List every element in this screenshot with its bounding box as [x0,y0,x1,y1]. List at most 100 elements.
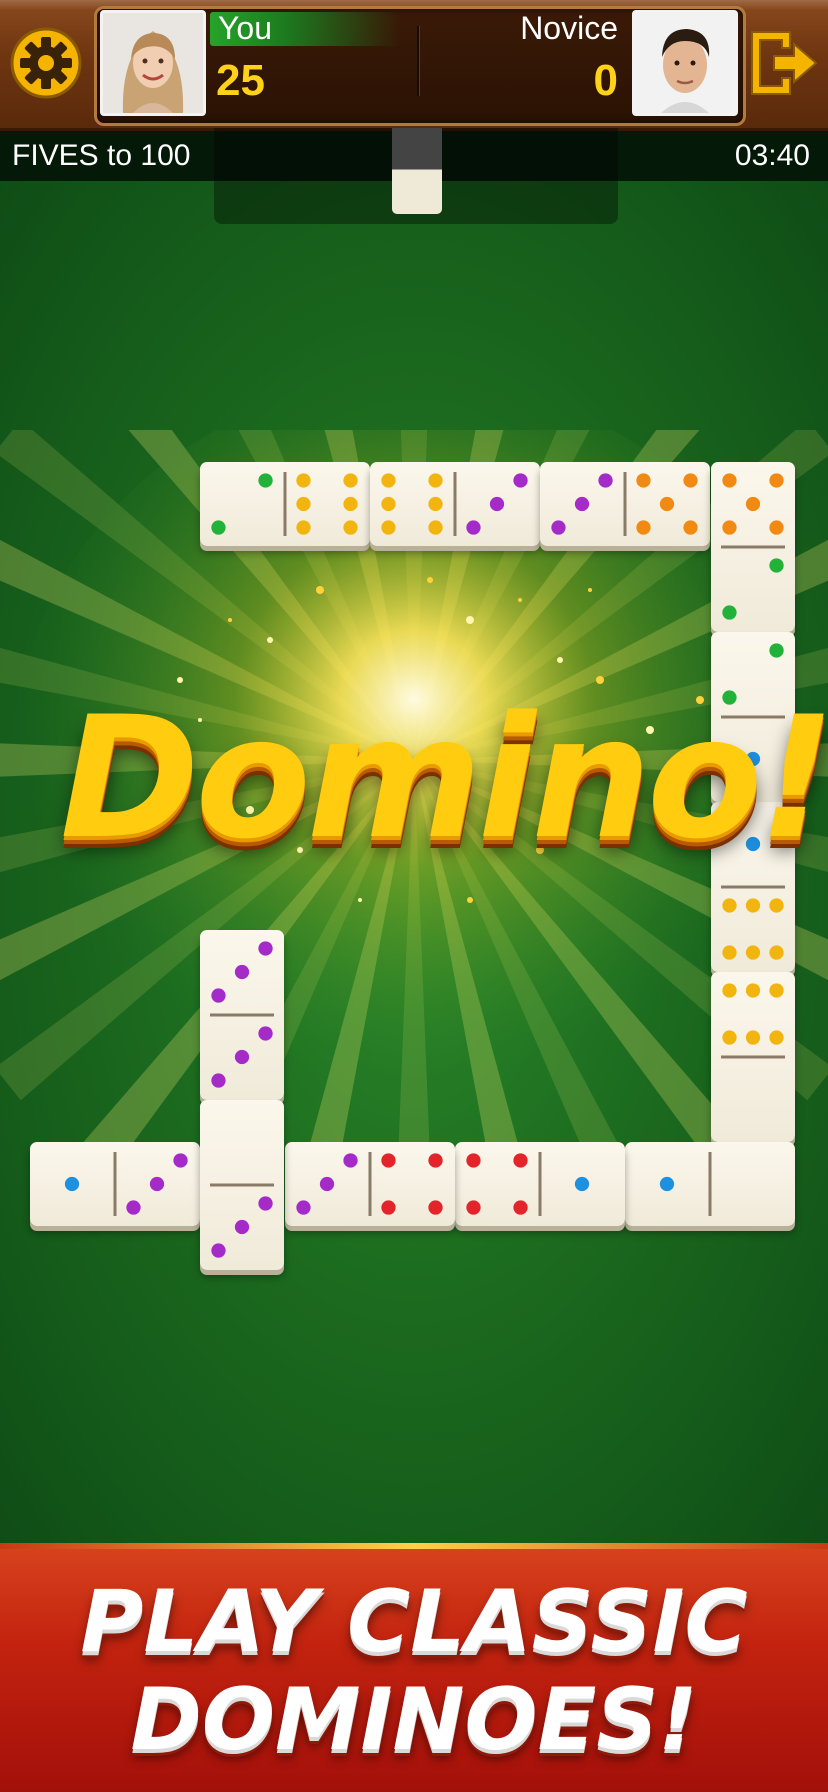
pip [258,1026,273,1041]
domino-face [381,472,528,536]
domino-tile[interactable] [30,1142,200,1226]
pip [745,1030,761,1045]
pip [296,1200,311,1215]
domino-tile[interactable] [370,462,540,546]
sparkle [358,898,362,902]
pip [769,898,784,913]
domino-divider [283,472,287,536]
pip [489,496,505,512]
pip [722,520,737,535]
domino-face [721,473,785,620]
domino-divider [210,1013,274,1017]
pip [234,964,250,980]
pip [683,520,698,535]
game-screen: Domino! You 25 Novice 0 FIVES to 100 03:… [0,0,828,1792]
pip [513,1153,528,1168]
pip [381,520,396,535]
pip [722,983,737,998]
pip [722,473,737,488]
exit-icon[interactable] [746,26,820,100]
pip [574,1176,590,1192]
pip [428,520,443,535]
pip [769,473,784,488]
pip [234,1049,250,1065]
sparkle [518,598,522,602]
pip [211,1073,226,1088]
pip [769,983,784,998]
domino-face [210,1183,274,1258]
domino-divider [453,472,457,536]
player-you-avatar [100,10,206,116]
domino-tile[interactable] [285,1142,455,1226]
pip [466,1200,481,1215]
pip [381,1153,396,1168]
pip [551,520,566,535]
pip [296,496,311,512]
pip [258,473,273,488]
domino-face [721,983,785,1059]
domino-tile[interactable] [455,1142,625,1226]
domino-tile[interactable] [711,972,795,1142]
pip [381,496,396,512]
pip [173,1153,188,1168]
player-opponent-score: 0 [593,56,618,105]
pip [769,1030,784,1045]
pip [722,1030,737,1045]
pip [343,473,358,488]
pip [574,496,590,512]
pip [319,1176,335,1192]
domino-tile[interactable] [200,462,370,546]
pip [64,1176,80,1192]
pip [769,520,784,535]
pip [769,643,784,658]
pip [296,520,311,535]
sparkle [557,657,563,663]
player-you-name: You [218,10,272,46]
sparkle [228,618,232,622]
settings-gear-icon[interactable] [10,27,82,99]
pip [381,1200,396,1215]
domino-tile[interactable] [200,1100,284,1270]
pip [428,496,443,512]
pip [769,558,784,573]
domino-face [551,472,698,536]
pip [296,473,311,488]
pip [428,1153,443,1168]
sparkle [467,897,473,903]
pip [343,496,358,512]
pip [149,1176,165,1192]
domino-divider [721,545,785,549]
pip [659,1176,675,1192]
pip [428,1200,443,1215]
boneyard-tile[interactable] [392,128,442,214]
pip [466,520,481,535]
pip [683,473,698,488]
domino-face [466,1152,590,1216]
pip [513,473,528,488]
pip [659,496,675,512]
pip [722,898,737,913]
domino-divider [721,885,785,889]
domino-tile[interactable] [625,1142,795,1226]
score-divider [417,26,419,96]
domino-divider [210,1183,274,1187]
domino-tile[interactable] [200,930,284,1100]
pip [745,983,761,998]
promo-line-2: DOMINOES! [130,1670,698,1770]
pip [466,1153,481,1168]
sparkle [316,586,324,594]
pip [211,520,226,535]
domino-divider [538,1152,542,1216]
pip [636,473,651,488]
pip [343,1153,358,1168]
pip [428,473,443,488]
domino-tile[interactable] [711,462,795,632]
domino-face [211,472,358,536]
pip [722,945,737,960]
pip [234,1219,250,1235]
domino-tile[interactable] [540,462,710,546]
pip [211,1243,226,1258]
domino-face [210,941,274,1088]
pip [745,945,761,960]
sparkle [588,588,592,592]
